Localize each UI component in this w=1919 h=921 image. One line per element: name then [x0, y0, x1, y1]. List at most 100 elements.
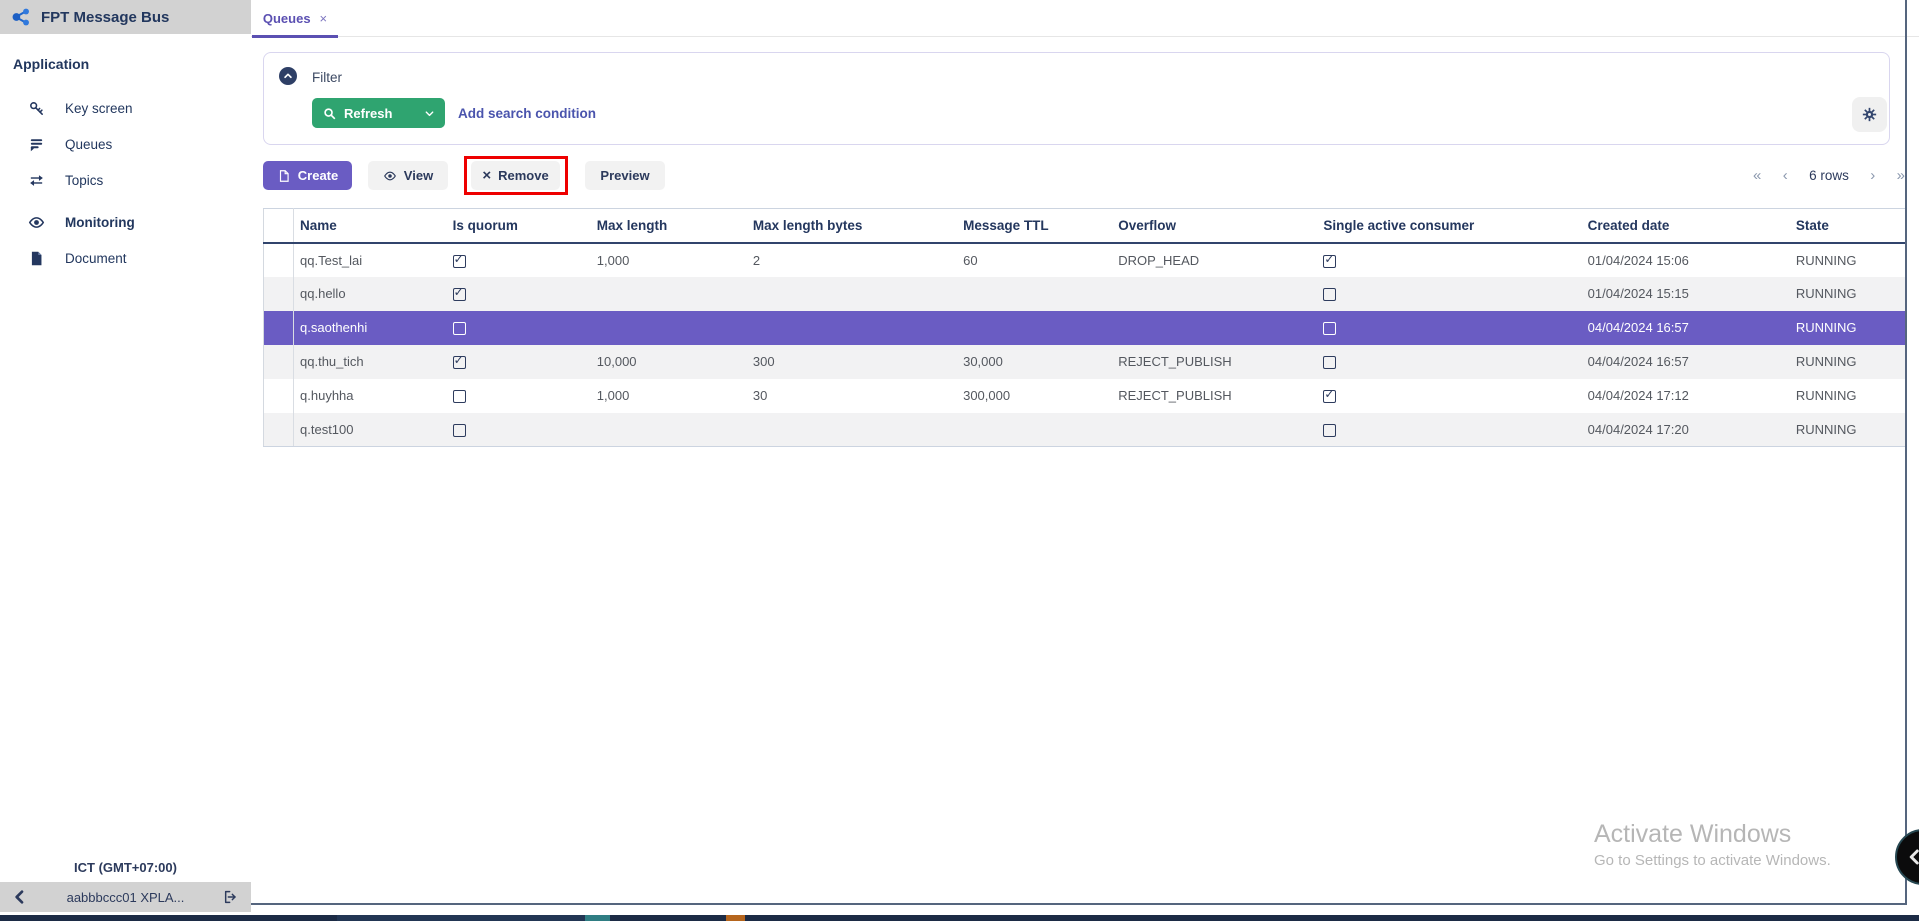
sidebar-item-label: Key screen	[65, 101, 133, 116]
tab-close-icon[interactable]: ×	[320, 12, 328, 25]
single-active-consumer-checkbox-checked[interactable]	[1323, 390, 1336, 403]
view-button[interactable]: View	[368, 161, 448, 190]
cell-state: RUNNING	[1790, 277, 1905, 311]
table-row-q.saothenhi[interactable]: q.saothenhi04/04/2024 16:57RUNNING	[264, 311, 1906, 345]
row-selector-cell[interactable]	[264, 413, 294, 447]
sidebar-item-key-screen[interactable]: Key screen	[0, 90, 251, 126]
is-quorum-checkbox-checked[interactable]	[453, 356, 466, 369]
sidebar-item-monitoring[interactable]: Monitoring	[0, 204, 251, 240]
row-selector-cell[interactable]	[264, 311, 294, 345]
header-state[interactable]: State	[1790, 209, 1905, 243]
chevron-down-icon[interactable]	[424, 108, 435, 119]
sidebar-menu: Key screen QueuesTopics Monitoring Document	[0, 90, 251, 276]
sidebar-item-document[interactable]: Document	[0, 240, 251, 276]
row-count-label: 6 rows	[1809, 168, 1849, 183]
table-row-qq.Test_lai[interactable]: qq.Test_lai1,000260DROP_HEAD01/04/2024 1…	[264, 243, 1906, 277]
table-row-qq.hello[interactable]: qq.hello01/04/2024 15:15RUNNING	[264, 277, 1906, 311]
cell-state: RUNNING	[1790, 345, 1905, 379]
cell-name: q.huyhha	[294, 379, 447, 413]
queues-icon	[28, 136, 45, 153]
first-page-icon[interactable]: «	[1753, 167, 1761, 184]
prev-page-icon[interactable]: ‹	[1783, 167, 1788, 184]
sidebar-item-queues[interactable]: Queues	[0, 126, 251, 162]
row-selector-cell[interactable]	[264, 345, 294, 379]
cell-message-ttl	[957, 277, 1112, 311]
single-active-consumer-checkbox-unchecked[interactable]	[1323, 288, 1336, 301]
single-active-consumer-checkbox-unchecked[interactable]	[1323, 356, 1336, 369]
refresh-button[interactable]: Refresh	[312, 98, 445, 128]
sidebar-collapse-icon[interactable]	[12, 889, 28, 905]
table-row-qq.thu_tich[interactable]: qq.thu_tich10,00030030,000REJECT_PUBLISH…	[264, 345, 1906, 379]
preview-button[interactable]: Preview	[585, 161, 665, 190]
is-quorum-checkbox-unchecked[interactable]	[453, 390, 466, 403]
cell-max-length	[591, 277, 747, 311]
header-created-date[interactable]: Created date	[1582, 209, 1790, 243]
header-is-quorum[interactable]: Is quorum	[447, 209, 591, 243]
header-selector	[264, 209, 294, 243]
cell-overflow	[1112, 311, 1317, 345]
is-quorum-checkbox-checked[interactable]	[453, 288, 466, 301]
cell-max-length-bytes	[747, 277, 957, 311]
header-message-ttl[interactable]: Message TTL	[957, 209, 1112, 243]
remove-button[interactable]: × Remove	[471, 161, 560, 190]
last-page-icon[interactable]: »	[1897, 167, 1905, 184]
logout-icon[interactable]	[223, 889, 239, 905]
cell-overflow: REJECT_PUBLISH	[1112, 345, 1317, 379]
activate-windows-watermark: Activate Windows Go to Settings to activ…	[1594, 820, 1831, 869]
cell-created-date: 04/04/2024 17:12	[1582, 379, 1790, 413]
single-active-consumer-checkbox-unchecked[interactable]	[1323, 322, 1336, 335]
pagination: « ‹ 6 rows › »	[1753, 161, 1905, 190]
watermark-line1: Activate Windows	[1594, 820, 1831, 849]
header-name[interactable]: Name	[294, 209, 447, 243]
row-selector-cell[interactable]	[264, 379, 294, 413]
tab-queues[interactable]: Queues ×	[252, 0, 338, 37]
settings-button[interactable]	[1852, 97, 1887, 132]
active-tab-underline	[252, 35, 338, 38]
sidebar-header: FPT Message Bus	[0, 0, 251, 34]
row-selector-cell[interactable]	[264, 277, 294, 311]
filter-collapse-icon[interactable]	[279, 67, 297, 85]
cell-max-length: 1,000	[591, 243, 747, 277]
table-row-q.huyhha[interactable]: q.huyhha1,00030300,000REJECT_PUBLISH04/0…	[264, 379, 1906, 413]
single-active-consumer-checkbox-checked[interactable]	[1323, 255, 1336, 268]
single-active-consumer-checkbox-unchecked[interactable]	[1323, 424, 1336, 437]
is-quorum-checkbox-checked[interactable]	[453, 255, 466, 268]
tab-label: Queues	[263, 11, 311, 26]
app-screen: FPT Message Bus Application Key screenQu…	[0, 0, 1919, 921]
cell-created-date: 04/04/2024 16:57	[1582, 345, 1790, 379]
cell-name: qq.hello	[294, 277, 447, 311]
cell-overflow: REJECT_PUBLISH	[1112, 379, 1317, 413]
sidebar-item-topics[interactable]: Topics	[0, 162, 251, 198]
key-icon	[28, 100, 45, 117]
sidebar-item-label: Monitoring	[65, 215, 135, 230]
is-quorum-checkbox-unchecked[interactable]	[453, 424, 466, 437]
header-max-length-bytes[interactable]: Max length bytes	[747, 209, 957, 243]
document-icon	[28, 250, 45, 267]
cell-max-length-bytes	[747, 413, 957, 447]
header-overflow[interactable]: Overflow	[1112, 209, 1317, 243]
is-quorum-checkbox-unchecked[interactable]	[453, 322, 466, 335]
add-search-condition-link[interactable]: Add search condition	[458, 106, 596, 121]
create-button[interactable]: Create	[263, 161, 352, 190]
cell-name: qq.thu_tich	[294, 345, 447, 379]
header-max-length[interactable]: Max length	[591, 209, 747, 243]
cell-max-length: 1,000	[591, 379, 747, 413]
header-single-active-consumer[interactable]: Single active consumer	[1317, 209, 1581, 243]
table-row-q.test100[interactable]: q.test10004/04/2024 17:20RUNNING	[264, 413, 1906, 447]
topics-icon	[28, 172, 45, 189]
filter-title: Filter	[312, 70, 342, 85]
cell-state: RUNNING	[1790, 243, 1905, 277]
app-title: FPT Message Bus	[41, 9, 169, 26]
windows-taskbar-edge	[0, 915, 1919, 921]
cell-overflow	[1112, 413, 1317, 447]
cell-created-date: 04/04/2024 16:57	[1582, 311, 1790, 345]
cell-max-length-bytes: 2	[747, 243, 957, 277]
cell-message-ttl: 30,000	[957, 345, 1112, 379]
create-document-icon	[277, 169, 291, 183]
row-selector-cell[interactable]	[264, 243, 294, 277]
preview-label: Preview	[600, 168, 649, 183]
next-page-icon[interactable]: ›	[1870, 167, 1875, 184]
cell-created-date: 04/04/2024 17:20	[1582, 413, 1790, 447]
floating-collapse-button[interactable]	[1895, 829, 1919, 885]
content-bottom-border	[251, 903, 1907, 905]
